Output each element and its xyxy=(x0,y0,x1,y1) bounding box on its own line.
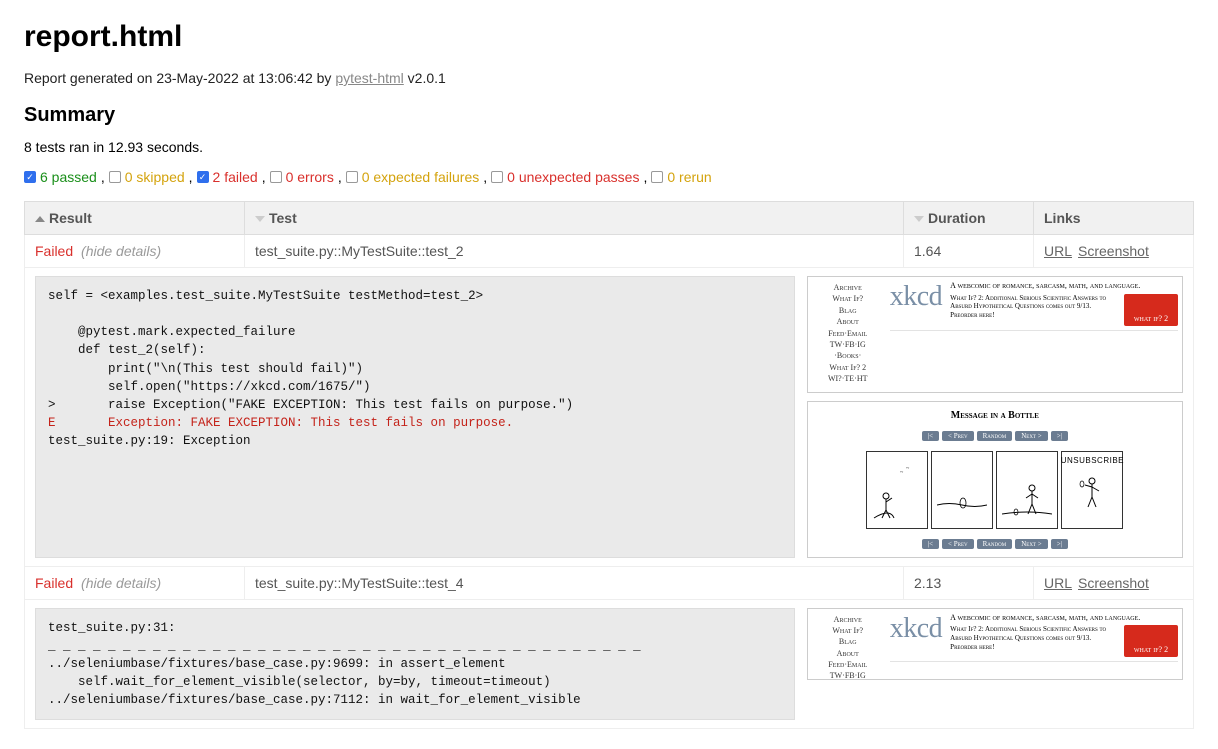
filter-passed[interactable]: 6 passed xyxy=(40,169,97,185)
xkcd-subline: What If? 2: Additional Serious Scientifi… xyxy=(950,625,1120,651)
link-screenshot[interactable]: Screenshot xyxy=(1078,575,1149,591)
checkbox-errors[interactable] xyxy=(270,171,282,183)
comic-panel: UNSUBSCRIBE xyxy=(1061,451,1123,529)
filter-failed[interactable]: 2 failed xyxy=(213,169,258,185)
link-url[interactable]: URL xyxy=(1044,243,1072,259)
detail-row: self = <examples.test_suite.MyTestSuite … xyxy=(25,268,1194,567)
nav-random[interactable]: Random xyxy=(977,539,1013,549)
sort-asc-icon xyxy=(35,216,45,222)
checkbox-expected[interactable] xyxy=(346,171,358,183)
filter-unexpected-passes[interactable]: 0 unexpected passes xyxy=(507,169,639,185)
svg-text:~: ~ xyxy=(906,466,910,472)
traceback-error: E Exception: FAKE EXCEPTION: This test f… xyxy=(48,416,513,430)
xkcd-sidebar: ArchiveWhat If?BlagAboutFeed·EmailTW·FB·… xyxy=(812,613,884,675)
col-links-label: Links xyxy=(1044,210,1081,226)
col-test-label: Test xyxy=(269,210,297,226)
screenshot-thumbnail[interactable]: ArchiveWhat If?BlagAboutFeed·EmailTW·FB·… xyxy=(807,608,1183,680)
filter-skipped[interactable]: 0 skipped xyxy=(125,169,185,185)
hide-details-link[interactable]: (hide details) xyxy=(81,575,161,591)
nav-next[interactable]: Next > xyxy=(1015,431,1047,441)
xkcd-sidebar: ArchiveWhat If?BlagAboutFeed·EmailTW·FB·… xyxy=(812,281,884,388)
nav-random[interactable]: Random xyxy=(977,431,1013,441)
col-links: Links xyxy=(1034,202,1194,235)
table-row: Failed (hide details) test_suite.py::MyT… xyxy=(25,566,1194,599)
nav-first[interactable]: |< xyxy=(922,539,939,549)
results-table: Result Test Duration Links Failed (hide … xyxy=(24,201,1194,729)
link-url[interactable]: URL xyxy=(1044,575,1072,591)
checkbox-failed[interactable]: ✓ xyxy=(197,171,209,183)
link-screenshot[interactable]: Screenshot xyxy=(1078,243,1149,259)
xkcd-logo: xkcd xyxy=(890,281,942,313)
nav-prev[interactable]: < Prev xyxy=(942,539,974,549)
filter-errors[interactable]: 0 errors xyxy=(286,169,334,185)
nav-next[interactable]: Next > xyxy=(1015,539,1047,549)
col-duration[interactable]: Duration xyxy=(904,202,1034,235)
filter-expected-failures[interactable]: 0 expected failures xyxy=(362,169,480,185)
whatif-badge: what if? 2 xyxy=(1124,294,1178,326)
filter-rerun[interactable]: 0 rerun xyxy=(667,169,711,185)
pytest-html-link[interactable]: pytest-html xyxy=(335,70,403,86)
xkcd-subline: What If? 2: Additional Serious Scientifi… xyxy=(950,294,1120,320)
whatif-badge: what if? 2 xyxy=(1124,625,1178,657)
tests-ran-line: 8 tests ran in 12.93 seconds. xyxy=(24,139,1194,155)
status-badge: Failed xyxy=(35,575,73,591)
sort-icon xyxy=(255,216,265,222)
svg-text:~: ~ xyxy=(900,470,904,476)
comic-panel xyxy=(931,451,993,529)
test-duration: 1.64 xyxy=(904,235,1034,268)
detail-row: test_suite.py:31: _ _ _ _ _ _ _ _ _ _ _ … xyxy=(25,599,1194,729)
table-row: Failed (hide details) test_suite.py::MyT… xyxy=(25,235,1194,268)
traceback: self = <examples.test_suite.MyTestSuite … xyxy=(35,276,795,558)
panel-text: UNSUBSCRIBE xyxy=(1061,456,1124,465)
nav-last[interactable]: >| xyxy=(1051,431,1068,441)
comic-panel xyxy=(996,451,1058,529)
col-result-label: Result xyxy=(49,210,92,226)
comic-panels: ~~ UNSUBSCRIBE xyxy=(812,451,1178,529)
col-result[interactable]: Result xyxy=(25,202,245,235)
comic-panel: ~~ xyxy=(866,451,928,529)
meta-prefix: Report generated on 23-May-2022 at 13:06… xyxy=(24,70,335,86)
col-test[interactable]: Test xyxy=(245,202,904,235)
nav-first[interactable]: |< xyxy=(922,431,939,441)
hide-details-link[interactable]: (hide details) xyxy=(81,243,161,259)
col-duration-label: Duration xyxy=(928,210,986,226)
checkbox-unexpected[interactable] xyxy=(491,171,503,183)
xkcd-tagline: A webcomic of romance, sarcasm, math, an… xyxy=(950,281,1178,291)
sort-icon xyxy=(914,216,924,222)
meta-suffix: v2.0.1 xyxy=(404,70,446,86)
xkcd-tagline: A webcomic of romance, sarcasm, math, an… xyxy=(950,613,1178,623)
test-name: test_suite.py::MyTestSuite::test_2 xyxy=(245,235,904,268)
traceback: test_suite.py:31: _ _ _ _ _ _ _ _ _ _ _ … xyxy=(35,608,795,721)
xkcd-logo: xkcd xyxy=(890,613,942,645)
status-badge: Failed xyxy=(35,243,73,259)
nav-last[interactable]: >| xyxy=(1051,539,1068,549)
nav-prev[interactable]: < Prev xyxy=(942,431,974,441)
test-name: test_suite.py::MyTestSuite::test_4 xyxy=(245,566,904,599)
checkbox-skipped[interactable] xyxy=(109,171,121,183)
screenshot-thumbnail[interactable]: ArchiveWhat If?BlagAboutFeed·EmailTW·FB·… xyxy=(807,276,1183,393)
filter-bar: ✓ 6 passed, 0 skipped, ✓ 2 failed, 0 err… xyxy=(24,169,1194,185)
comic-nav-bottom: |< < Prev Random Next > >| xyxy=(812,539,1178,549)
comic-title: Message in a Bottle xyxy=(812,410,1178,421)
checkbox-passed[interactable]: ✓ xyxy=(24,171,36,183)
checkbox-rerun[interactable] xyxy=(651,171,663,183)
summary-heading: Summary xyxy=(24,104,1194,127)
test-duration: 2.13 xyxy=(904,566,1034,599)
page-title: report.html xyxy=(24,20,1194,54)
comic-nav: |< < Prev Random Next > >| xyxy=(812,431,1178,441)
screenshot-thumbnail[interactable]: Message in a Bottle |< < Prev Random Nex… xyxy=(807,401,1183,558)
report-meta: Report generated on 23-May-2022 at 13:06… xyxy=(24,70,1194,86)
